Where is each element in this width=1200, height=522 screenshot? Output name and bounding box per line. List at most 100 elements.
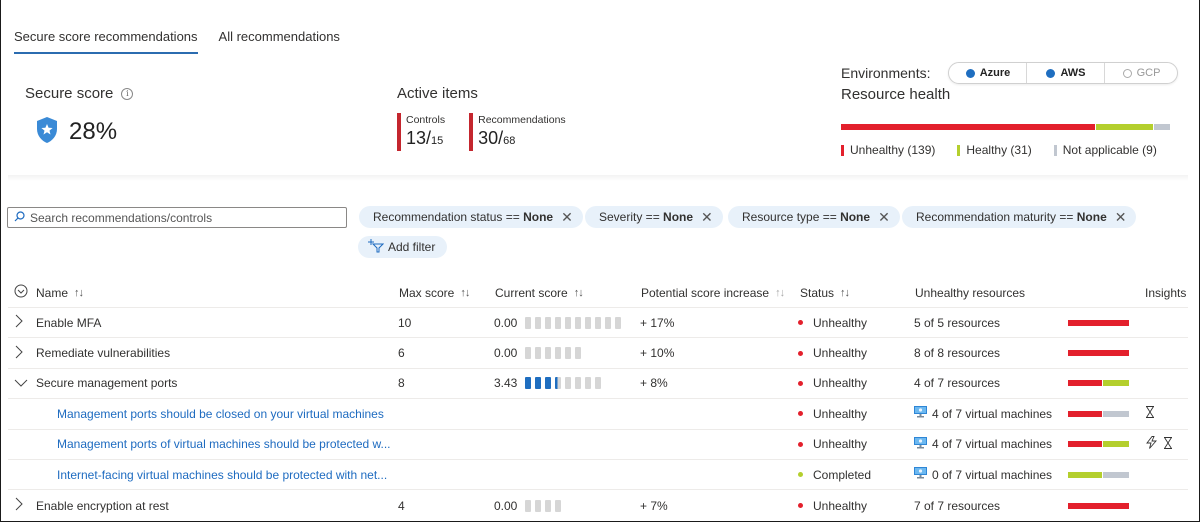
- potential-score-cell: + 10%: [640, 346, 675, 361]
- score-bars: [525, 316, 622, 329]
- health-mini-bar-segment-unhealthy: [1068, 350, 1129, 357]
- close-icon[interactable]: ✕: [701, 210, 713, 224]
- legend-label: Healthy (31): [966, 143, 1032, 157]
- current-score-cell: 0.00: [494, 308, 622, 337]
- recommendation-row[interactable]: Internet-facing virtual machines should …: [8, 460, 1188, 491]
- column-label: Current score: [495, 285, 568, 300]
- quick-fix-icon[interactable]: [1146, 436, 1157, 452]
- chevron-down-icon[interactable]: [14, 376, 36, 391]
- unhealthy-resources-text[interactable]: 8 of 8 resources: [914, 346, 1000, 360]
- score-bars: [525, 347, 582, 360]
- status-cell: Unhealthy: [798, 490, 867, 520]
- filter-key: Resource type ==: [742, 210, 841, 224]
- close-icon[interactable]: ✕: [561, 210, 573, 224]
- sort-icon[interactable]: ↑↓: [574, 287, 584, 299]
- status-dot-icon: [798, 320, 803, 326]
- sort-icon[interactable]: ↑↓: [460, 287, 470, 299]
- env-aws-toggle[interactable]: AWS: [1027, 63, 1106, 83]
- health-mini-bar-segment-unhealthy: [1068, 441, 1103, 448]
- score-bar-segment: [545, 347, 552, 360]
- max-score-cell: 8: [398, 376, 405, 391]
- control-row[interactable]: Remediate vulnerabilities 6 0.00 + 10% Unhea…: [8, 338, 1188, 369]
- column-header-name[interactable]: Name ↑↓: [14, 278, 84, 307]
- search-input[interactable]: [30, 210, 330, 225]
- recommendation-link[interactable]: Internet-facing virtual machines should …: [57, 468, 387, 482]
- hourglass-icon[interactable]: [1163, 436, 1173, 452]
- score-bar-segment: [575, 377, 582, 390]
- hourglass-icon[interactable]: [1145, 406, 1155, 421]
- score-bar-segment: [595, 377, 602, 390]
- health-bar-segment-not-applicable: [1153, 124, 1170, 130]
- recommendation-link[interactable]: Management ports should be closed on you…: [57, 407, 384, 421]
- unhealthy-resources-text[interactable]: 5 of 5 resources: [914, 316, 1000, 330]
- chevron-right-icon[interactable]: [14, 345, 36, 362]
- chevron-right-icon[interactable]: [14, 314, 36, 331]
- secure-score-value: 28%: [69, 117, 118, 145]
- status-cell: Unhealthy: [798, 308, 867, 337]
- column-header-potential-score[interactable]: Potential score increase ↑↓: [641, 278, 785, 307]
- tab-all-recommendations[interactable]: All recommendations: [219, 26, 340, 54]
- unhealthy-resources-text[interactable]: 0 of 7 virtual machines: [932, 468, 1052, 482]
- legend-label: Unhealthy (139): [850, 143, 936, 157]
- control-row[interactable]: Enable encryption at rest 4 0.00 + 7% Unheal…: [8, 490, 1188, 520]
- control-row[interactable]: Enable MFA 10 0.00 + 17% Unhealthy 5 of 5 res…: [8, 308, 1188, 339]
- resource-health-bar: [841, 124, 1170, 130]
- filter-pill-severity[interactable]: Severity == None ✕: [585, 206, 723, 228]
- recommendations-value: 30/: [478, 128, 504, 148]
- close-icon[interactable]: ✕: [878, 210, 890, 224]
- filter-pill-recommendation-maturity[interactable]: Recommendation maturity == None ✕: [902, 206, 1137, 228]
- add-filter-label: Add filter: [388, 240, 436, 254]
- health-mini-bar-segment-unhealthy: [1068, 319, 1129, 326]
- unhealthy-resources-text[interactable]: 4 of 7 resources: [914, 376, 1000, 390]
- close-icon[interactable]: ✕: [1115, 210, 1127, 224]
- score-bar-segment: [555, 499, 562, 512]
- score-bar-segment: [555, 316, 562, 329]
- resource-health-title: Resource health: [841, 86, 951, 103]
- filter-pill-recommendation-status[interactable]: Recommendation status == None ✕: [359, 206, 583, 228]
- env-azure-toggle[interactable]: Azure: [949, 63, 1028, 83]
- env-gcp-toggle[interactable]: GCP: [1105, 63, 1177, 83]
- unhealthy-resources-cell: 0 of 7 virtual machines: [914, 460, 1052, 489]
- sort-icon[interactable]: ↑↓: [74, 287, 84, 299]
- info-icon[interactable]: i: [121, 87, 134, 100]
- active-controls[interactable]: Controls 13/15: [397, 113, 445, 151]
- name-cell: Enable MFA: [14, 308, 101, 337]
- unhealthy-resources-text[interactable]: 7 of 7 resources: [914, 499, 1000, 513]
- recommendation-row[interactable]: Management ports of virtual machines sho…: [8, 430, 1188, 460]
- active-recommendations[interactable]: Recommendations 30/68: [469, 113, 566, 151]
- filter-value: None: [1076, 210, 1107, 224]
- legend-swatch: [1053, 144, 1057, 156]
- search-box[interactable]: [7, 207, 347, 228]
- current-score-cell: 3.43: [494, 369, 602, 398]
- score-bar-segment: [585, 377, 592, 390]
- search-icon: [14, 210, 25, 225]
- column-label: Insights: [1145, 285, 1187, 300]
- column-header-status[interactable]: Status ↑↓: [800, 278, 850, 307]
- env-azure-label: Azure: [979, 67, 1011, 79]
- add-filter-button[interactable]: Add filter: [358, 236, 448, 258]
- health-mini-bar: [1068, 502, 1129, 509]
- column-header-max-score[interactable]: Max score ↑↓: [399, 278, 470, 307]
- expand-all-icon[interactable]: [14, 284, 28, 301]
- env-gcp-label: GCP: [1136, 67, 1161, 79]
- chevron-right-icon[interactable]: [14, 497, 36, 514]
- recommendations-label: Recommendations: [478, 114, 566, 126]
- score-bar-segment: [575, 316, 582, 329]
- recommendation-row[interactable]: Management ports should be closed on you…: [8, 399, 1188, 430]
- unhealthy-resources-text[interactable]: 4 of 7 virtual machines: [932, 407, 1052, 421]
- recommendations-total: 68: [503, 135, 516, 147]
- health-mini-bar-segment-unhealthy: [1068, 410, 1103, 417]
- health-mini-bar: [1068, 410, 1129, 417]
- recommendation-link[interactable]: Management ports of virtual machines sho…: [57, 437, 391, 451]
- current-score-value: 0.00: [494, 315, 518, 330]
- score-bar-segment: [565, 347, 572, 360]
- sort-icon[interactable]: ↑↓: [840, 287, 850, 299]
- control-row[interactable]: Secure management ports 8 3.43 + 8% Unhealth…: [8, 369, 1188, 400]
- unhealthy-resources-text[interactable]: 4 of 7 virtual machines: [932, 437, 1052, 451]
- filter-pill-resource-type[interactable]: Resource type == None ✕: [728, 206, 900, 228]
- tab-secure-score-recommendations[interactable]: Secure score recommendations: [14, 26, 198, 54]
- column-header-current-score[interactable]: Current score ↑↓: [495, 278, 584, 307]
- potential-score-cell: + 7%: [640, 498, 668, 513]
- sort-icon[interactable]: ↑↓: [775, 287, 785, 299]
- name-cell: Remediate vulnerabilities: [14, 338, 170, 367]
